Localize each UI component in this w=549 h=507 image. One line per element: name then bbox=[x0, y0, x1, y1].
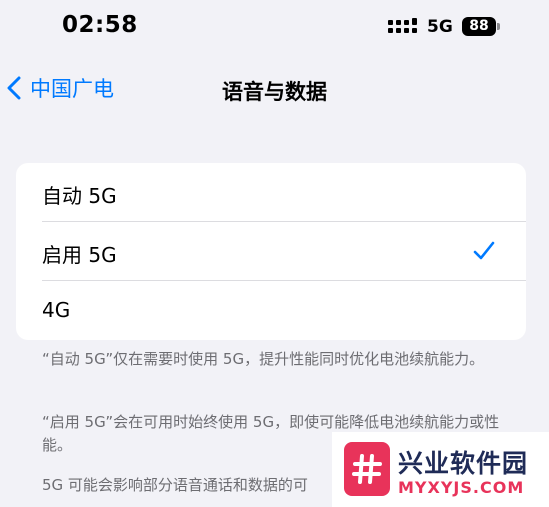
option-5g-on[interactable]: 启用 5G bbox=[16, 222, 526, 281]
network-options-list: 自动 5G 启用 5G 4G bbox=[16, 163, 526, 340]
page-title: 语音与数据 bbox=[222, 80, 327, 104]
watermark-logo: 兴业软件园 MYXYJS.COM bbox=[332, 432, 549, 507]
status-time: 02:58 bbox=[62, 12, 138, 38]
watermark-title: 兴业软件园 bbox=[398, 449, 529, 478]
checkmark-icon bbox=[473, 241, 495, 260]
option-label: 启用 5G bbox=[42, 243, 117, 267]
note-auto-5g: “自动 5G”仅在需要时使用 5G，提升性能同时优化电池续航能力。 bbox=[42, 350, 485, 368]
battery-icon: 88 bbox=[462, 17, 496, 36]
status-bar: 02:58 5G 88 bbox=[0, 0, 549, 56]
watermark-subtitle: MYXYJS.COM bbox=[398, 478, 525, 497]
hash-icon bbox=[344, 442, 390, 496]
option-label: 4G bbox=[42, 298, 71, 322]
navigation-bar: 中国广电 语音与数据 bbox=[0, 62, 549, 112]
battery-tip bbox=[497, 23, 500, 30]
network-type: 5G bbox=[427, 17, 453, 37]
option-4g[interactable]: 4G bbox=[16, 281, 526, 340]
option-auto-5g[interactable]: 自动 5G bbox=[16, 163, 526, 222]
cellular-signal-icon bbox=[388, 18, 420, 36]
option-label: 自动 5G bbox=[42, 184, 117, 208]
